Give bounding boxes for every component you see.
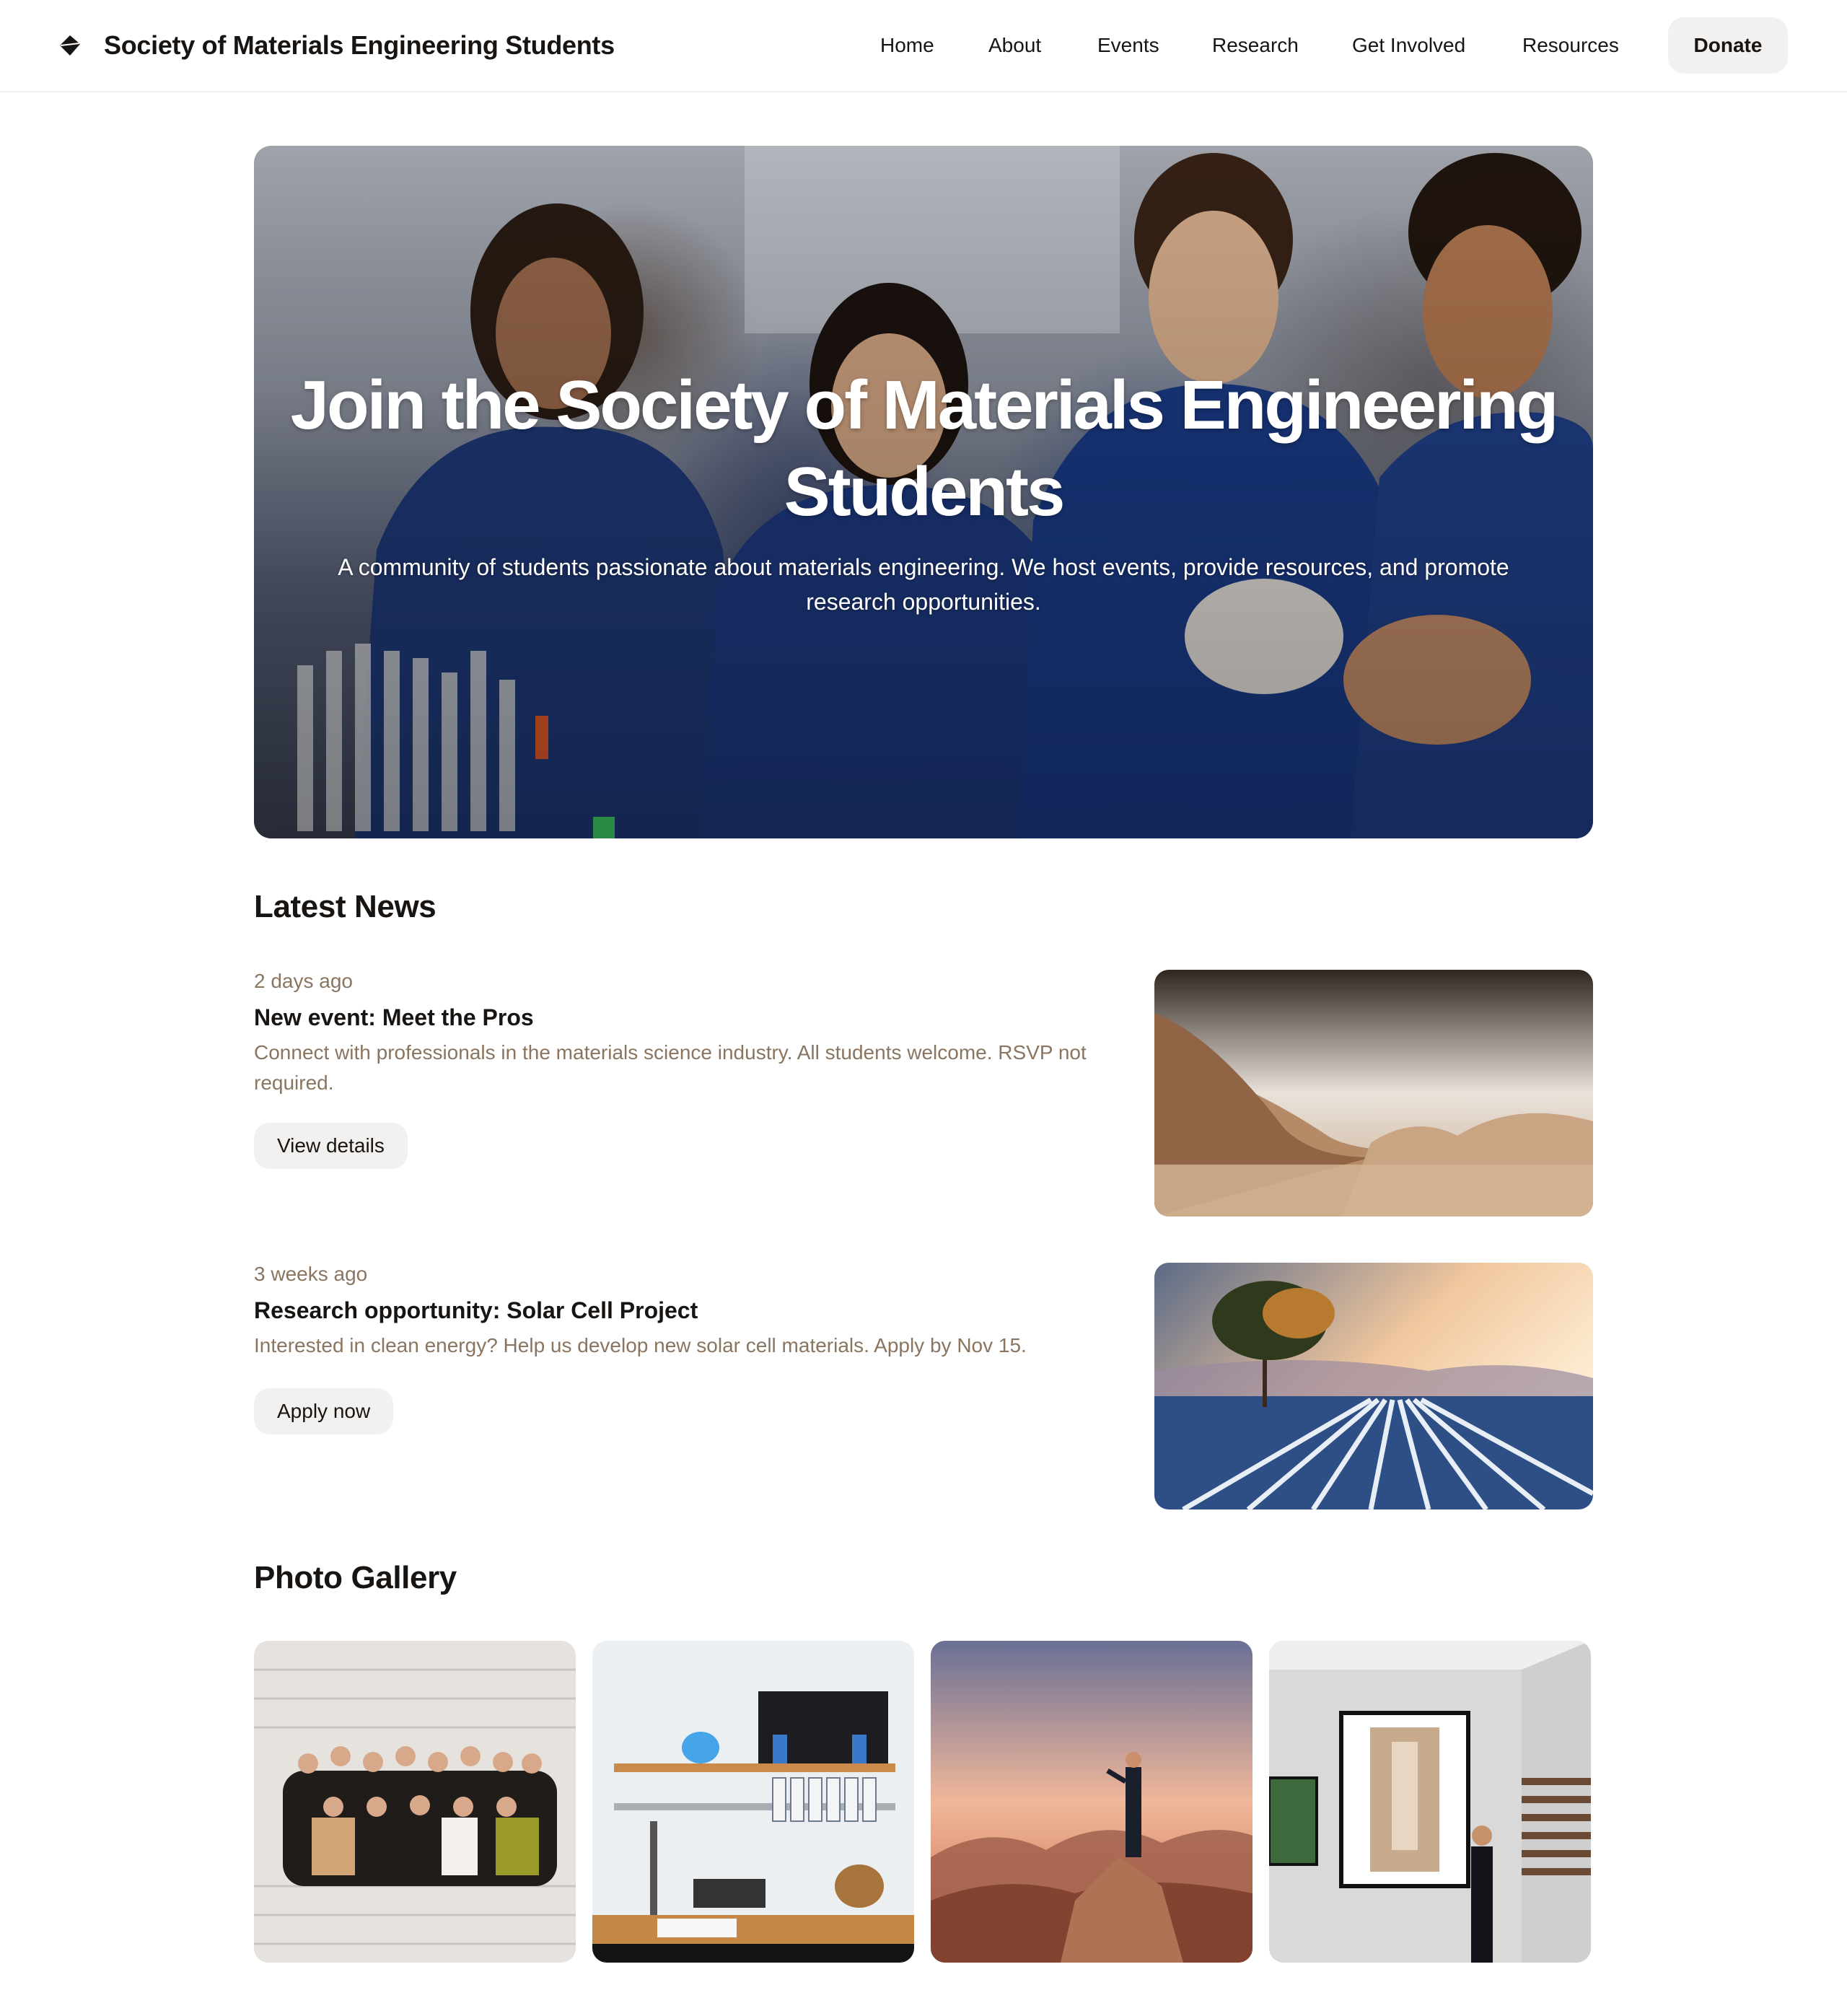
news-date: 2 days ago <box>254 970 353 992</box>
gallery-mountain-sunset[interactable] <box>931 1641 1252 1963</box>
news-date: 3 weeks ago <box>254 1263 368 1285</box>
nav-about[interactable]: About <box>988 34 1041 57</box>
gallery-group-photo[interactable] <box>254 1641 576 1963</box>
diamond-logo-icon <box>60 35 80 56</box>
nav-home[interactable]: Home <box>880 34 934 57</box>
news-headline[interactable]: Research opportunity: Solar Cell Project <box>254 1297 698 1324</box>
site-title: Society of Materials Engineering Student… <box>104 30 615 60</box>
nav-events[interactable]: Events <box>1097 34 1159 57</box>
news-desert-dunes-image <box>1154 970 1593 1217</box>
gallery-art-exhibit[interactable] <box>1269 1641 1591 1963</box>
news-item: 2 days ago New event: Meet the Pros Conn… <box>254 970 1593 1218</box>
photo-gallery-heading: Photo Gallery <box>254 1560 457 1595</box>
site-header: Society of Materials Engineering Student… <box>0 0 1847 92</box>
donate-button[interactable]: Donate <box>1668 17 1788 74</box>
news-item: 3 weeks ago Research opportunity: Solar … <box>254 1263 1593 1511</box>
hero-subtitle: A community of students passionate about… <box>338 554 1509 615</box>
apply-now-button[interactable]: Apply now <box>254 1388 394 1434</box>
hero-title: Join the Society of Materials Engineerin… <box>290 367 1559 530</box>
nav-get-involved[interactable]: Get Involved <box>1352 34 1465 57</box>
gallery-lab-equipment[interactable] <box>592 1641 914 1963</box>
brand[interactable]: Society of Materials Engineering Student… <box>58 0 615 91</box>
news-description: Interested in clean energy? Help us deve… <box>254 1334 1027 1357</box>
latest-news-heading: Latest News <box>254 889 436 924</box>
news-headline[interactable]: New event: Meet the Pros <box>254 1004 534 1031</box>
hero-banner: Join the Society of Materials Engineerin… <box>254 146 1593 838</box>
nav-resources[interactable]: Resources <box>1522 34 1619 57</box>
news-description: Connect with professionals in the materi… <box>254 1041 1087 1094</box>
hero-content: Join the Society of Materials Engineerin… <box>254 146 1593 838</box>
news-solar-panel-image <box>1154 1263 1593 1509</box>
view-details-button[interactable]: View details <box>254 1123 408 1169</box>
nav-research[interactable]: Research <box>1212 34 1299 57</box>
